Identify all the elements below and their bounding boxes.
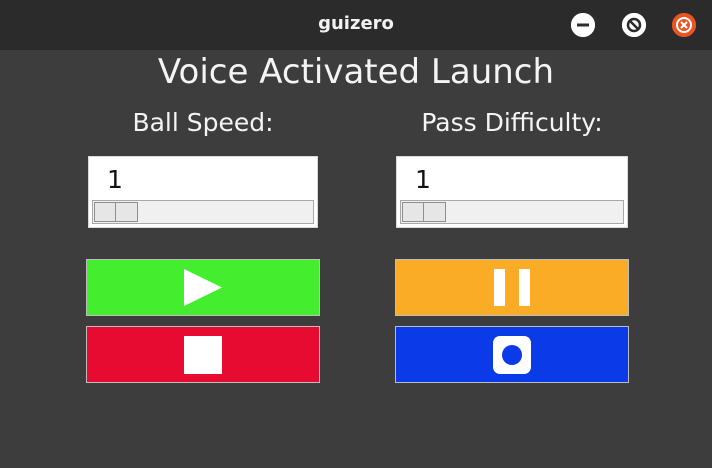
play-icon — [184, 269, 222, 306]
close-icon — [672, 13, 696, 37]
minimize-button[interactable] — [571, 13, 595, 37]
pause-icon — [494, 269, 530, 306]
pass-difficulty-value: 1 — [415, 165, 431, 194]
play-button[interactable] — [86, 259, 320, 316]
maximize-button[interactable] — [622, 13, 646, 37]
record-icon — [493, 336, 531, 374]
pause-button[interactable] — [395, 259, 629, 316]
title-bar: guizero — [0, 0, 712, 50]
ball-speed-slider[interactable]: 1 — [88, 156, 318, 228]
ball-speed-handle[interactable] — [94, 202, 138, 222]
minimize-icon — [571, 13, 595, 37]
pass-difficulty-slider[interactable]: 1 — [396, 156, 628, 228]
pass-difficulty-handle[interactable] — [402, 202, 446, 222]
pass-difficulty-label: Pass Difficulty: — [421, 108, 603, 137]
window-title: guizero — [318, 13, 394, 34]
ball-speed-value: 1 — [107, 165, 123, 194]
stop-icon — [184, 336, 222, 374]
ball-speed-trough[interactable] — [92, 200, 314, 224]
app-window: guizero Voice Activated Launch Ball Spee… — [0, 0, 712, 468]
page-title: Voice Activated Launch — [157, 52, 555, 92]
pass-difficulty-trough[interactable] — [400, 200, 624, 224]
maximize-icon — [622, 13, 646, 37]
close-button[interactable] — [672, 13, 696, 37]
ball-speed-label: Ball Speed: — [132, 108, 274, 137]
record-button[interactable] — [395, 326, 629, 383]
stop-button[interactable] — [86, 326, 320, 383]
